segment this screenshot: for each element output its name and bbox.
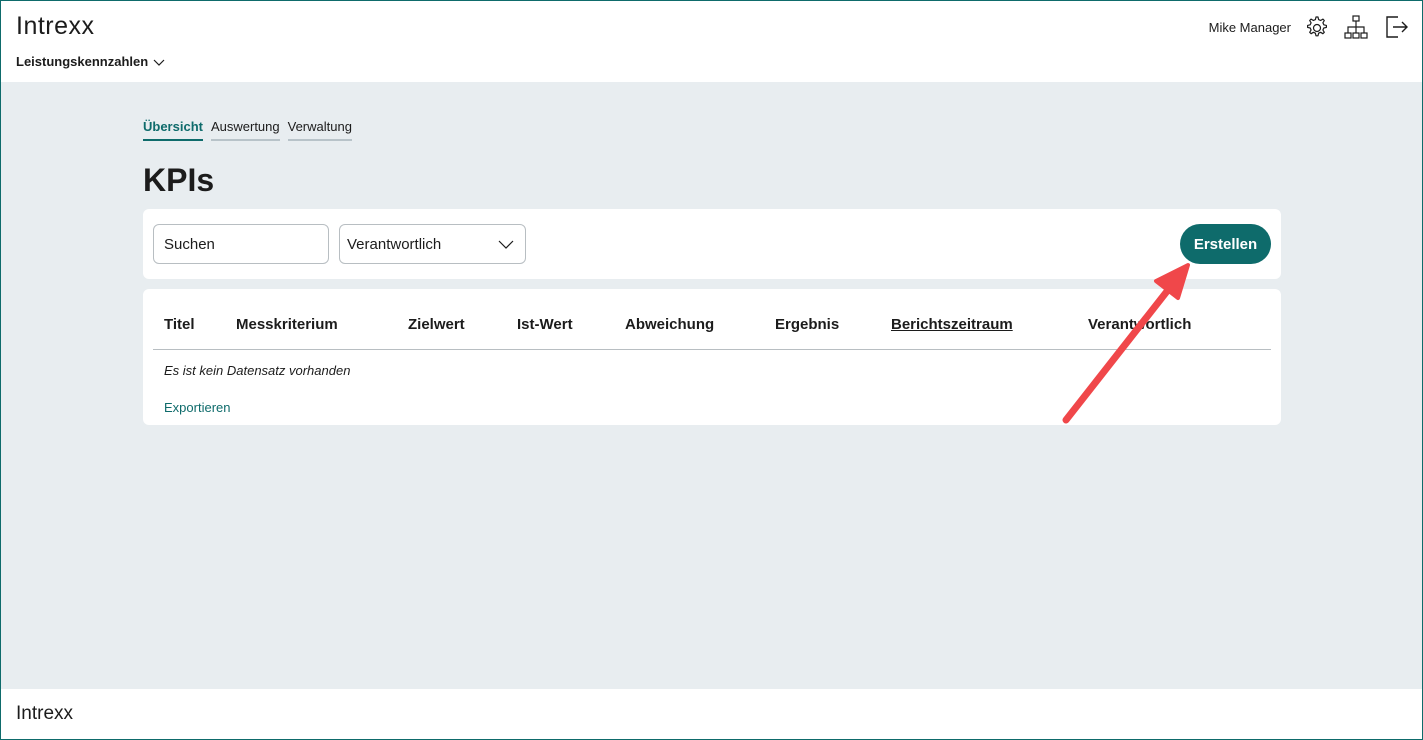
logout-icon[interactable] [1383,14,1409,40]
kpi-table: Titel Messkriterium Zielwert Ist-Wert Ab… [143,289,1281,425]
empty-table-message: Es ist kein Datensatz vorhanden [164,363,351,378]
chevron-down-icon [153,59,165,66]
table-header-divider [153,349,1271,350]
tab-auswertung[interactable]: Auswertung [210,119,280,141]
chevron-down-icon [498,240,514,249]
column-header-titel[interactable]: Titel [164,316,195,333]
responsible-select[interactable]: Verantwortlich [339,224,526,264]
search-input[interactable] [153,224,329,264]
intrexx-logo[interactable]: Intrexx [16,12,95,41]
column-header-verantwortlich[interactable]: Verantwortlich [1088,316,1191,333]
user-area: Mike Manager [1209,12,1423,42]
create-button[interactable]: Erstellen [1180,224,1271,264]
app-menu-label: Leistungskennzahlen [16,54,149,69]
responsible-select-label: Verantwortlich [347,235,442,253]
column-header-messkriterium[interactable]: Messkriterium [236,316,338,333]
footer-logo: Intrexx [16,703,74,724]
export-link[interactable]: Exportieren [164,400,230,415]
main-content: Übersicht Auswertung Verwaltung KPIs Ver… [0,82,1423,689]
top-header: Intrexx Leistungskennzahlen Mike Manager [0,0,1423,82]
page-title: KPIs [143,162,215,198]
footer: Intrexx [0,689,1423,740]
gear-icon[interactable] [1303,14,1329,40]
filter-toolbar: Verantwortlich Erstellen [143,209,1281,279]
tab-uebersicht[interactable]: Übersicht [143,119,203,141]
tab-verwaltung[interactable]: Verwaltung [287,119,352,141]
user-name[interactable]: Mike Manager [1209,20,1291,35]
column-header-ist-wert[interactable]: Ist-Wert [517,316,573,333]
tab-bar: Übersicht Auswertung Verwaltung [143,119,352,141]
app-menu[interactable]: Leistungskennzahlen [16,54,166,69]
column-header-berichtszeitraum[interactable]: Berichtszeitraum [891,316,1013,333]
sitemap-icon[interactable] [1343,14,1369,40]
column-header-ergebnis[interactable]: Ergebnis [775,316,839,333]
column-header-zielwert[interactable]: Zielwert [408,316,465,333]
column-header-abweichung[interactable]: Abweichung [625,316,714,333]
